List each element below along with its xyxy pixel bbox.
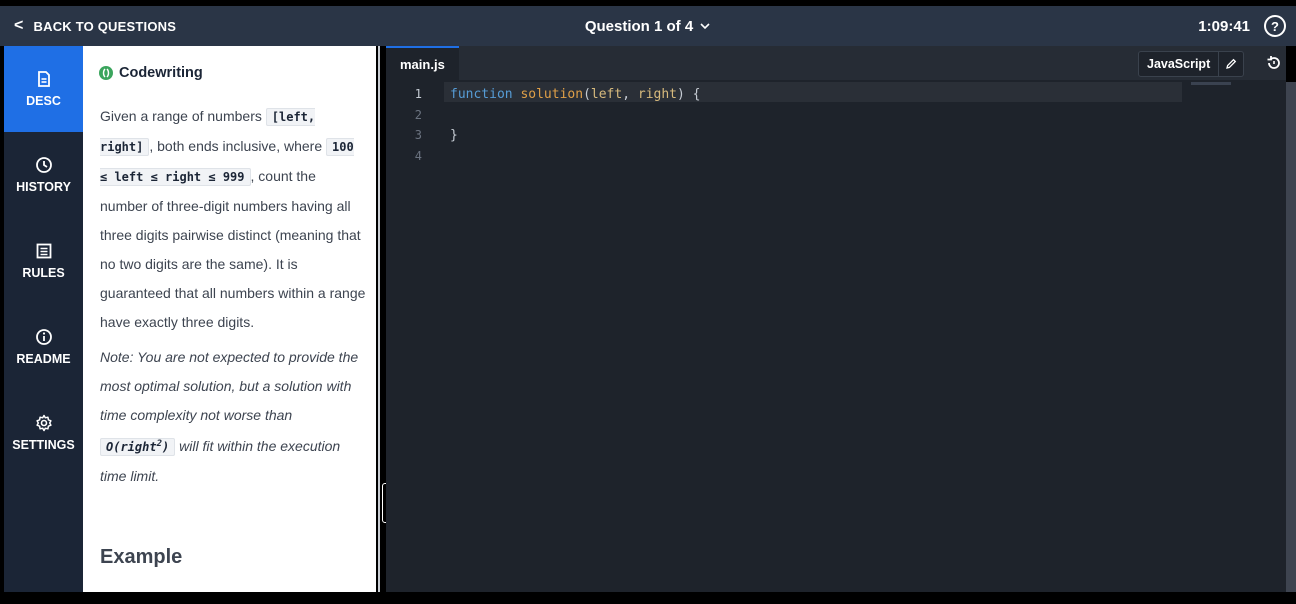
inline-code: O(right2) (100, 438, 176, 456)
code-area[interactable]: 1 function solution(left, right) { 2 3 }… (386, 84, 701, 166)
sidebar-item-rules[interactable]: RULES (4, 218, 83, 304)
code-editor: main.js JavaScript 1 function solution(l… (386, 46, 1286, 592)
description-body: Given a range of numbers [left, right], … (100, 102, 366, 491)
task-type-label: Codewriting (119, 65, 203, 81)
list-icon (36, 243, 51, 259)
example-heading: Example (100, 546, 183, 568)
back-to-questions-button[interactable]: < BACK TO QUESTIONS (14, 6, 176, 46)
sidebar-item-readme[interactable]: README (4, 304, 83, 390)
sidebar-item-history[interactable]: HISTORY (4, 132, 83, 218)
minimap[interactable] (1191, 82, 1231, 85)
line-number: 4 (414, 148, 422, 163)
sidebar-item-label: README (16, 352, 71, 366)
editor-scrollbar[interactable] (1286, 82, 1296, 592)
question-navigator: Question 1 of 4 (0, 6, 1296, 46)
line-number: 2 (414, 107, 422, 122)
reset-icon[interactable] (1264, 53, 1284, 73)
code-text: } (450, 127, 458, 143)
help-icon[interactable]: ? (1264, 15, 1286, 37)
editor-tab-bar: main.js JavaScript (386, 46, 1286, 80)
sidebar-item-label: SETTINGS (12, 438, 75, 452)
gear-icon (35, 414, 52, 432)
tab-main-js[interactable]: main.js (386, 46, 459, 80)
task-type-heading: Codewriting (99, 65, 203, 81)
sidebar: DESC HISTORY RULES README SETTINGS (4, 46, 83, 592)
code-text: function solution(left, right) { (450, 86, 701, 102)
sidebar-item-settings[interactable]: SETTINGS (4, 390, 83, 476)
note-paragraph: Note: You are not expected to provide th… (100, 349, 359, 484)
description-panel: Codewriting Given a range of numbers [le… (83, 46, 376, 592)
codewriting-icon (99, 66, 113, 80)
code-line: 3 } (386, 125, 701, 146)
line-number: 1 (414, 87, 422, 102)
info-icon (35, 329, 52, 345)
chevron-left-icon: < (14, 17, 24, 34)
description-paragraph: Given a range of numbers [left, right], … (100, 108, 366, 330)
pencil-icon[interactable] (1219, 52, 1243, 76)
sidebar-item-desc[interactable]: DESC (4, 46, 83, 132)
clock-icon (35, 157, 52, 173)
top-bar: < BACK TO QUESTIONS Question 1 of 4 1:09… (0, 6, 1296, 46)
line-number: 3 (414, 128, 422, 143)
timer: 1:09:41 (1198, 17, 1250, 35)
question-selector[interactable]: Question 1 of 4 (585, 18, 693, 35)
code-line: 4 (386, 146, 701, 167)
chevron-down-icon[interactable] (699, 20, 711, 32)
language-label[interactable]: JavaScript (1139, 52, 1220, 76)
language-selector[interactable]: JavaScript (1138, 51, 1245, 77)
code-line: 1 function solution(left, right) { (386, 84, 701, 105)
sidebar-item-label: HISTORY (16, 180, 71, 194)
sidebar-item-label: DESC (26, 94, 61, 108)
document-icon (37, 71, 50, 87)
sidebar-item-label: RULES (22, 266, 65, 280)
code-line: 2 (386, 105, 701, 126)
back-label: BACK TO QUESTIONS (33, 18, 177, 34)
